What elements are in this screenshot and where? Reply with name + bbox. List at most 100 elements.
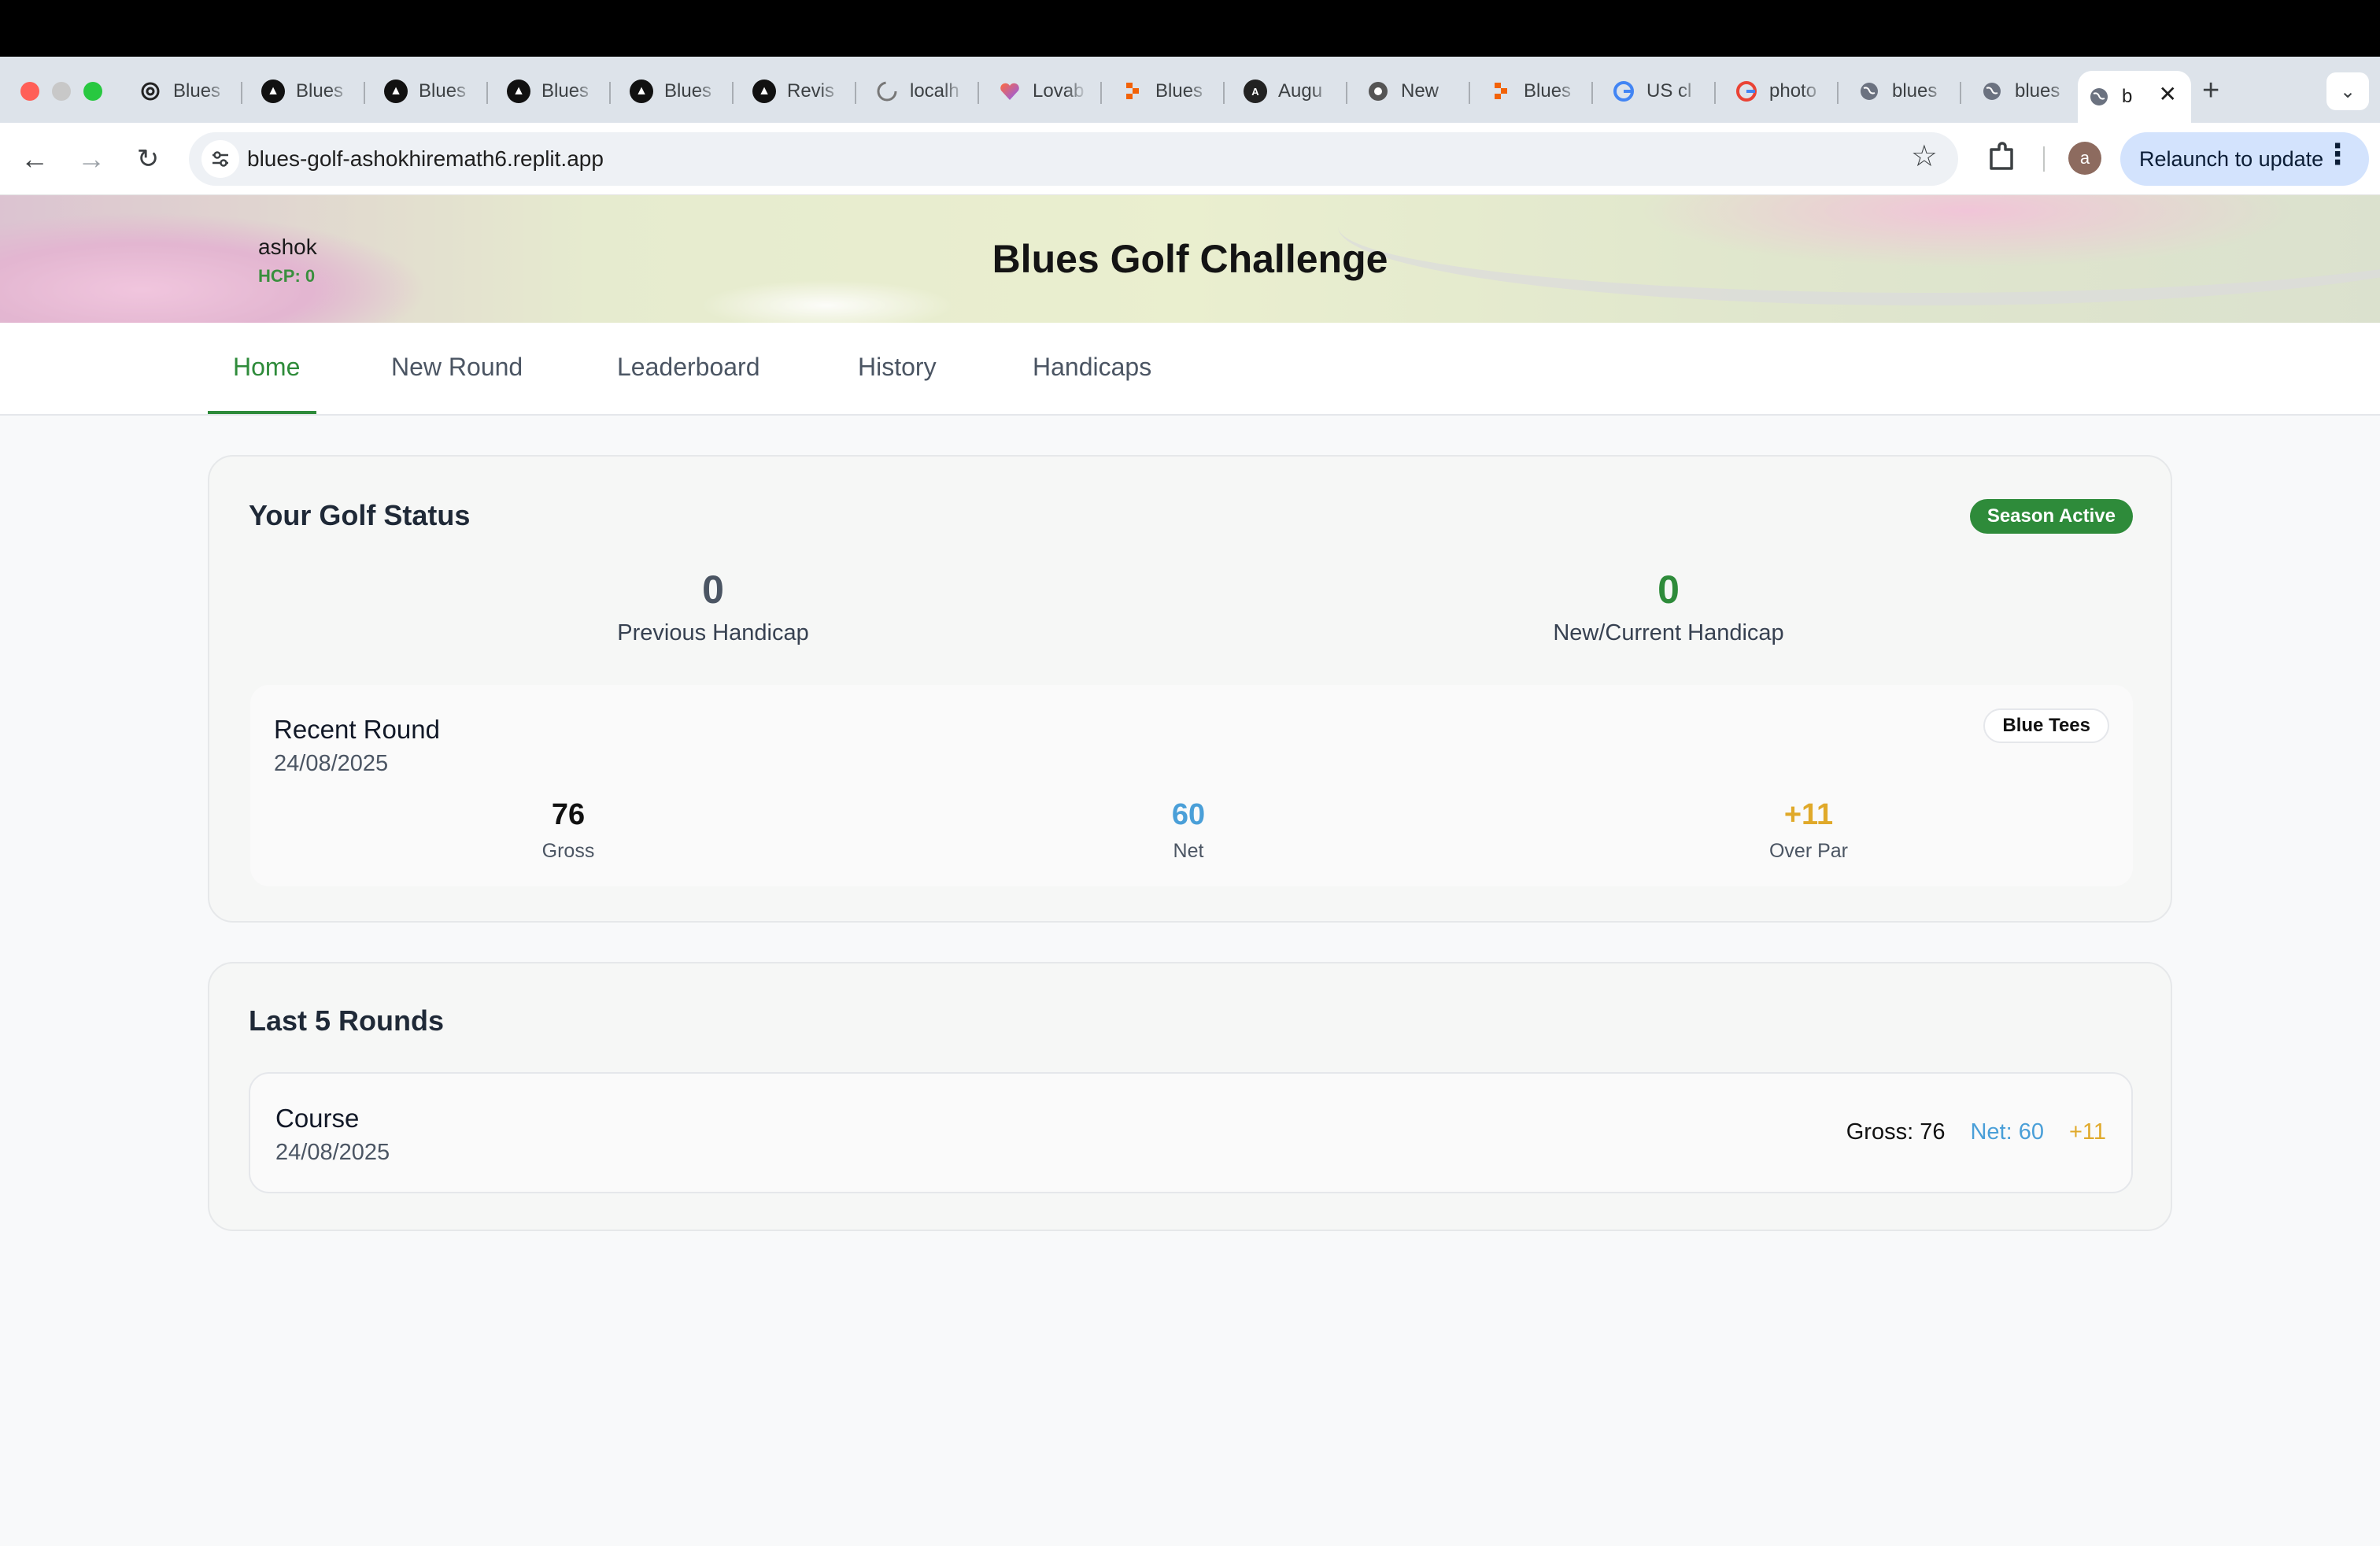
recent-round-title: Recent Round	[274, 715, 440, 744]
profile-avatar[interactable]: a	[2068, 142, 2101, 175]
tab-separator	[1223, 82, 1225, 104]
browser-tab[interactable]: photo	[1725, 71, 1843, 112]
round-over-par: +11	[2068, 1119, 2106, 1145]
browser-tab[interactable]: Blues	[1480, 71, 1598, 112]
round-date: 24/08/2025	[275, 1140, 390, 1165]
tab-separator	[978, 82, 979, 104]
browser-toolbar: ← → ↻ blues-golf-ashokhiremath6.replit.a…	[0, 123, 2380, 195]
tab-label: US cl	[1646, 80, 1692, 102]
nav-tab-history[interactable]: History	[858, 353, 937, 382]
maximize-window-button[interactable]	[83, 82, 102, 101]
browser-tab[interactable]: New	[1357, 71, 1475, 112]
globe-icon	[2087, 85, 2111, 109]
browser-tab[interactable]: ▲ Blues	[497, 71, 615, 112]
recent-round-panel: Recent Round 24/08/2025 Blue Tees 76 Gro…	[250, 685, 2133, 886]
nav-tab-handicaps[interactable]: Handicaps	[1033, 353, 1151, 382]
tab-label: b	[2122, 86, 2133, 107]
more-vert-icon[interactable]: ⋮	[2323, 140, 2352, 168]
browser-tab[interactable]: US cl	[1602, 71, 1720, 112]
tab-separator	[1960, 82, 1961, 104]
loading-globe-icon	[875, 80, 899, 103]
previous-handicap-value: 0	[702, 568, 724, 612]
tab-separator	[1346, 82, 1347, 104]
card-title: Your Golf Status	[249, 499, 471, 531]
extensions-puzzle-icon[interactable]	[1983, 139, 2021, 176]
tab-label: Blues	[419, 80, 467, 102]
nav-tab-new-round[interactable]: New Round	[391, 353, 523, 382]
tab-label: Revis	[787, 80, 835, 102]
browser-tab[interactable]: blues	[1848, 71, 1966, 112]
minimize-window-button[interactable]	[52, 82, 71, 101]
tab-separator	[609, 82, 611, 104]
a-logo-icon: ▲	[752, 80, 776, 103]
active-tab-indicator	[208, 411, 316, 414]
tab-label: blues	[2015, 80, 2060, 102]
tab-separator	[855, 82, 856, 104]
browser-tab[interactable]: A Augu	[1234, 71, 1352, 112]
tab-separator	[1469, 82, 1470, 104]
tab-separator	[486, 82, 488, 104]
tab-label: localh	[910, 80, 959, 102]
lovable-heart-icon	[998, 80, 1022, 103]
tab-label: Blues	[296, 80, 344, 102]
net-stat: 60 Net	[1070, 798, 1306, 863]
list-item[interactable]: Course 24/08/2025 Gross: 76 Net: 60 +11	[249, 1072, 2133, 1193]
reload-icon[interactable]: ↻	[129, 140, 167, 178]
nav-tab-leaderboard[interactable]: Leaderboard	[617, 353, 759, 382]
gross-stat: 76 Gross	[450, 798, 686, 863]
browser-tab[interactable]: ▲ Revis	[743, 71, 861, 112]
address-bar[interactable]: blues-golf-ashokhiremath6.replit.app ☆	[189, 132, 1958, 186]
over-par-label: Over Par	[1768, 840, 1849, 862]
tab-label: Blues	[1155, 80, 1203, 102]
browser-tab[interactable]: Blues	[1111, 71, 1229, 112]
google-icon	[1612, 80, 1635, 103]
chrome-icon	[1366, 80, 1390, 103]
previous-handicap-stat: 0 Previous Handicap	[477, 567, 949, 646]
tab-label: Blues	[173, 80, 221, 102]
url-text[interactable]: blues-golf-ashokhiremath6.replit.app	[247, 146, 604, 172]
back-arrow-icon[interactable]: ←	[16, 140, 54, 178]
browser-tab[interactable]: ▲ Blues	[375, 71, 493, 112]
a-logo-icon: ▲	[384, 80, 408, 103]
tab-separator	[732, 82, 734, 104]
browser-tab-active[interactable]: b ✕	[2078, 71, 2191, 123]
browser-tab[interactable]: localh	[866, 71, 984, 112]
tab-separator	[1591, 82, 1593, 104]
net-label: Net	[1173, 840, 1204, 862]
bookmark-star-icon[interactable]: ☆	[1911, 142, 1938, 172]
browser-tab[interactable]: Blues	[129, 71, 247, 112]
tab-label: Augu	[1278, 80, 1323, 102]
net-value: 60	[1171, 798, 1206, 831]
globe-icon	[1980, 80, 2004, 103]
recent-round-date: 24/08/2025	[274, 751, 389, 776]
nav-tab-home[interactable]: Home	[233, 353, 300, 382]
browser-tab[interactable]: Lovab	[989, 71, 1107, 112]
gross-value: 76	[551, 798, 586, 831]
browser-tab[interactable]: ▲ Blues	[252, 71, 370, 112]
chevron-down-icon[interactable]: ⌄	[2326, 72, 2369, 110]
browser-tab[interactable]: ▲ Blues	[620, 71, 738, 112]
browser-tab[interactable]: blues	[1971, 71, 2089, 112]
tab-separator	[364, 82, 365, 104]
relaunch-label: Relaunch to update	[2139, 146, 2324, 171]
last-rounds-card: Last 5 Rounds Course 24/08/2025 Gross: 7…	[208, 962, 2172, 1231]
replit-icon	[1121, 80, 1144, 103]
relaunch-button[interactable]: Relaunch to update ⋮	[2120, 132, 2369, 186]
tab-separator	[1714, 82, 1716, 104]
gross-label: Gross	[541, 840, 595, 862]
close-window-button[interactable]	[20, 82, 39, 101]
augment-icon: A	[1244, 80, 1267, 103]
site-settings-icon[interactable]	[201, 140, 239, 178]
new-tab-icon[interactable]: +	[2202, 76, 2219, 105]
tab-label: photo	[1769, 80, 1817, 102]
a-logo-icon: ▲	[507, 80, 530, 103]
tab-separator	[1100, 82, 1102, 104]
os-menu-bar	[0, 0, 2380, 57]
close-tab-icon[interactable]: ✕	[2159, 83, 2177, 105]
forward-arrow-icon[interactable]: →	[72, 140, 110, 178]
tab-label: New	[1401, 80, 1439, 102]
round-net: Net: 60	[1970, 1119, 2044, 1145]
card-title: Last 5 Rounds	[249, 1004, 445, 1037]
tab-label: blues	[1892, 80, 1938, 102]
current-handicap-label: New/Current Handicap	[1553, 620, 1784, 645]
